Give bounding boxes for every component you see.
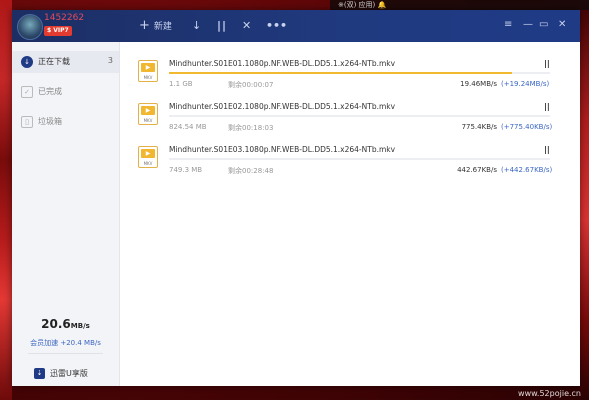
watermark: www.52pojie.cn: [518, 389, 581, 398]
pause-all-icon[interactable]: ||: [217, 19, 227, 33]
task-name: Mindhunter.S01E02.1080p.NF.WEB-DL.DD5.1.…: [169, 102, 396, 111]
start-download-icon[interactable]: ↓: [192, 19, 201, 33]
sidebar-item-label: 已完成: [38, 87, 62, 96]
desktop-right-edge: [580, 0, 589, 400]
pause-icon[interactable]: ||: [544, 145, 550, 154]
total-speed-unit: MB/s: [70, 322, 90, 330]
total-speed-value: 20.6: [41, 317, 71, 331]
task-remaining: 剩余00:00:07: [228, 81, 274, 89]
task-accel-speed: (+775.40KB/s): [501, 123, 553, 131]
task-size: 1.1 GB: [169, 80, 193, 88]
progress-bar: [169, 158, 550, 160]
titlebar: 1452262 $ VIP7 + 新建 ↓ || ✕ ••• ≡ — ▭ ✕: [12, 10, 580, 42]
play-icon: ▶: [141, 149, 155, 158]
sidebar-divider: [28, 353, 103, 354]
task-row[interactable]: ▶ MKV Mindhunter.S01E01.1080p.NF.WEB-DL.…: [119, 53, 580, 97]
username[interactable]: 1452262: [44, 13, 84, 23]
downloading-count: 3: [107, 56, 113, 65]
download-manager-window: 1452262 $ VIP7 + 新建 ↓ || ✕ ••• ≡ — ▭ ✕ ↓ …: [12, 10, 580, 386]
desktop-top-text: ※(双) 应用) 🔔: [338, 1, 387, 9]
plus-icon: +: [139, 18, 150, 33]
total-speed: 20.6MB/s: [12, 317, 119, 331]
sidebar-item-label: 垃圾箱: [38, 117, 62, 126]
desktop-left-edge: [0, 0, 12, 400]
checkbox-icon: ✓: [21, 86, 33, 98]
task-name: Mindhunter.S01E01.1080p.NF.WEB-DL.DD5.1.…: [169, 59, 396, 68]
new-task-button[interactable]: + 新建: [139, 19, 172, 34]
task-speed: 19.46MB/s: [460, 80, 497, 88]
file-ext-label: MKV: [143, 118, 153, 123]
task-speed: 442.67KB/s: [457, 166, 497, 174]
task-remaining: 剩余00:28:48: [228, 167, 274, 175]
progress-fill: [169, 72, 512, 74]
delete-task-icon[interactable]: ✕: [242, 19, 251, 33]
play-icon: ▶: [141, 63, 155, 72]
file-ext-label: MKV: [143, 75, 153, 80]
uplan-label: 迅雷U享版: [50, 369, 88, 378]
close-icon[interactable]: ✕: [558, 19, 566, 30]
vip-badge[interactable]: $ VIP7: [44, 26, 72, 36]
play-icon: ▶: [141, 106, 155, 115]
task-remaining: 剩余00:18:03: [228, 124, 274, 132]
task-accel-speed: (+19.24MB/s): [501, 80, 550, 88]
task-row[interactable]: ▶ MKV Mindhunter.S01E03.1080p.NF.WEB-DL.…: [119, 139, 580, 183]
file-ext-label: MKV: [143, 161, 153, 166]
sidebar-item-completed[interactable]: ✓ 已完成: [12, 81, 119, 103]
uplan-icon: ⇣: [34, 368, 45, 379]
progress-bar: [169, 72, 550, 74]
task-size: 749.3 MB: [169, 166, 203, 174]
sidebar-item-label: 正在下载: [38, 57, 70, 66]
trash-icon: ▯: [21, 116, 33, 128]
progress-bar: [169, 115, 550, 117]
video-file-icon: ▶ MKV: [138, 103, 158, 125]
video-file-icon: ▶ MKV: [138, 146, 158, 168]
user-avatar[interactable]: [17, 14, 43, 40]
task-accel-speed: (+442.67KB/s): [501, 166, 553, 174]
menu-icon[interactable]: ≡: [504, 19, 512, 30]
minimize-icon[interactable]: —: [523, 19, 533, 30]
task-row[interactable]: ▶ MKV Mindhunter.S01E02.1080p.NF.WEB-DL.…: [119, 96, 580, 140]
task-size: 824.54 MB: [169, 123, 207, 131]
member-acceleration[interactable]: 会员加速 +20.4 MB/s: [12, 338, 119, 348]
sidebar: ↓ 正在下载 3 ✓ 已完成 ▯ 垃圾箱 20.6MB/s 会员加速 +20.4…: [12, 42, 120, 386]
sidebar-item-downloading[interactable]: ↓ 正在下载 3: [12, 51, 119, 73]
download-circle-icon: ↓: [21, 56, 33, 68]
task-name: Mindhunter.S01E03.1080p.NF.WEB-DL.DD5.1.…: [169, 145, 396, 154]
maximize-icon[interactable]: ▭: [539, 19, 548, 30]
pause-icon[interactable]: ||: [544, 102, 550, 111]
video-file-icon: ▶ MKV: [138, 60, 158, 82]
more-options-icon[interactable]: •••: [266, 19, 287, 33]
sidebar-item-trash[interactable]: ▯ 垃圾箱: [12, 111, 119, 133]
uplan-button[interactable]: ⇣ 迅雷U享版: [34, 363, 88, 379]
pause-icon[interactable]: ||: [544, 59, 550, 68]
new-task-label: 新建: [153, 22, 172, 32]
task-speed: 775.4KB/s: [461, 123, 497, 131]
